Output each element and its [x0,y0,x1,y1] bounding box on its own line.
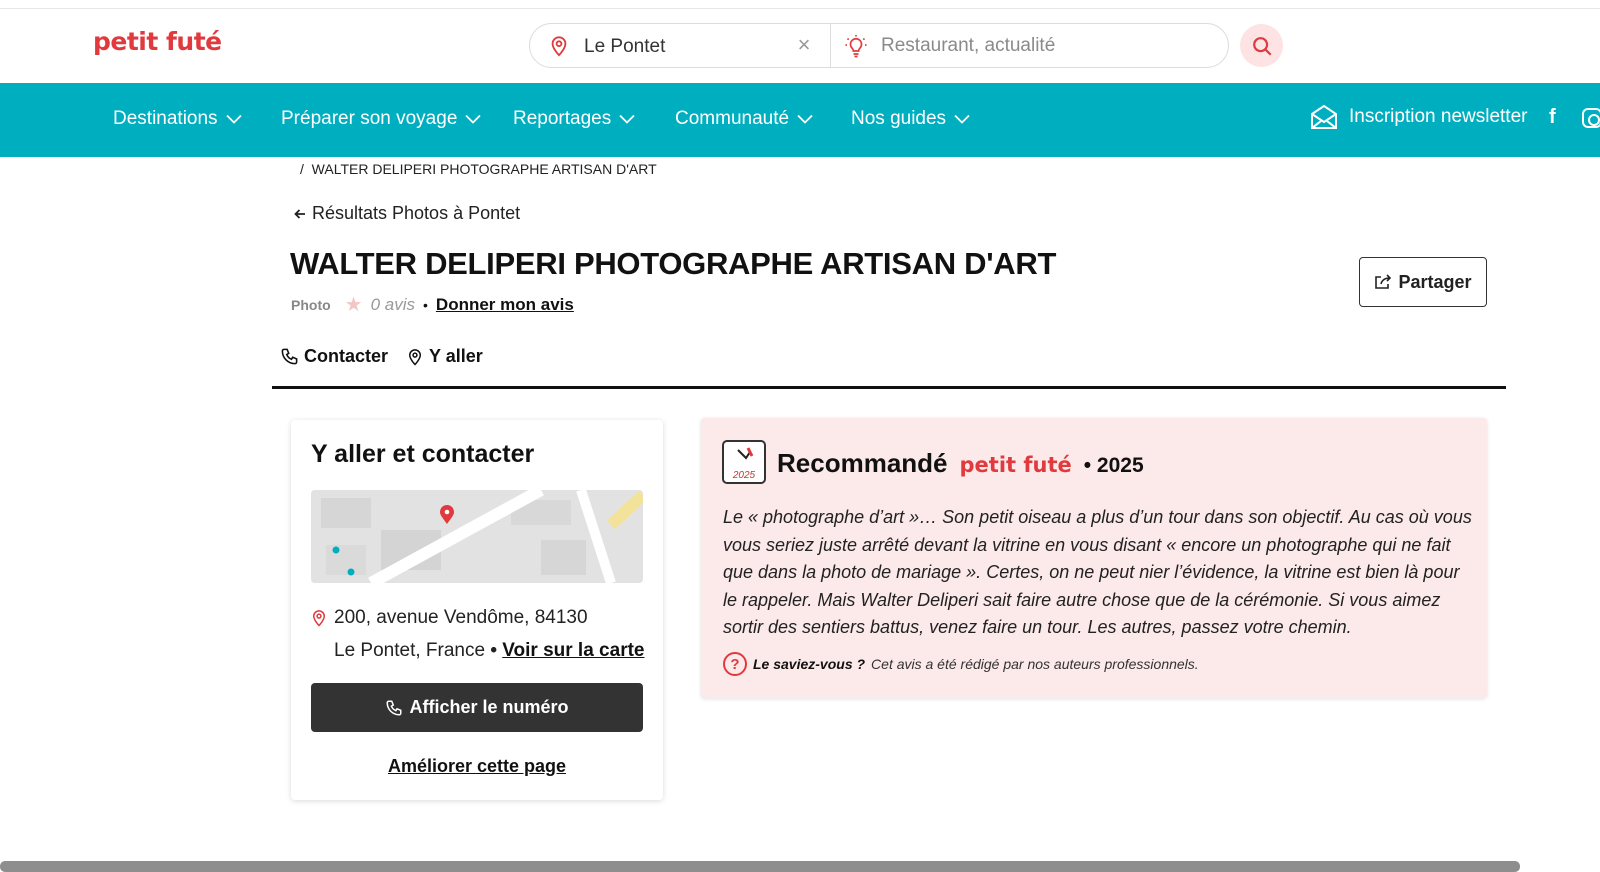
newsletter-link[interactable]: Inscription newsletter [1309,103,1527,131]
tab-label: Y aller [429,346,483,366]
award-badge-graphic [737,447,754,460]
search-button[interactable] [1240,24,1283,67]
location-pin-icon [312,610,326,627]
award-badge-icon: 2025 [722,440,766,484]
address-city: Le Pontet, France [334,640,486,661]
tab-y-aller[interactable]: Y aller [406,346,483,367]
chevron-down-icon [954,114,970,124]
nav-item-communaute[interactable]: Communauté [675,108,813,130]
nav-item-preparer[interactable]: Préparer son voyage [281,108,482,130]
instagram-icon[interactable] [1582,108,1600,128]
chevron-down-icon [225,114,242,124]
note-text: Cet avis a été rédigé par nos auteurs pr… [871,656,1199,672]
close-icon[interactable]: × [792,32,816,58]
facebook-icon[interactable]: f [1549,106,1556,129]
contact-card: Y aller et contacter 200, avenue Vendôme… [291,420,663,800]
page-title: WALTER DELIPERI PHOTOGRAPHE ARTISAN D'AR… [290,246,1057,281]
note-label: Le saviez-vous ? [753,656,866,672]
location-pin-icon [409,348,422,366]
horizontal-scrollbar[interactable] [0,861,1520,872]
show-phone-label: Afficher le numéro [409,697,569,717]
address-bullet: • [490,640,497,661]
search-bar: Le Pontet × [529,23,1229,68]
back-link-label: Résultats Photos à Pontet [312,203,521,223]
map-preview[interactable] [311,490,643,583]
listing-meta: Photo ★ 0 avis • Donner mon avis [291,292,574,317]
nav-item-nos-guides[interactable]: Nos guides [851,108,970,130]
give-review-link[interactable]: Donner mon avis [436,295,574,315]
recommended-label: Recommandé [777,448,948,478]
phone-icon [281,348,298,365]
search-icon [1252,36,1271,55]
chevron-down-icon [465,114,482,124]
recommendation-year: • 2025 [1083,454,1144,477]
lightbulb-icon [845,35,867,58]
share-button[interactable]: Partager [1359,257,1487,307]
recommendation-text: Le « photographe d’art »… Son petit oise… [723,507,1472,637]
chevron-down-icon [797,114,813,124]
recommendation-heading: Recommandé petit futé • 2025 [777,448,1144,479]
breadcrumb-current: WALTER DELIPERI PHOTOGRAPHE ARTISAN D'AR… [311,161,657,177]
listing-tabs: Contacter Y aller [280,346,483,367]
arrow-left-icon [294,208,305,219]
back-link[interactable]: Résultats Photos à Pontet [294,203,520,224]
brand-label: petit futé [959,453,1072,477]
envelope-icon [1311,104,1337,129]
location-field[interactable]: Le Pontet × [530,24,830,67]
address-line-1: 200, avenue Vendôme, 84130 [334,607,588,628]
nav-item-label: Préparer son voyage [281,108,458,129]
nav-item-label: Destinations [113,108,218,129]
share-icon [1375,274,1392,289]
share-label: Partager [1398,271,1472,292]
did-you-know-note: ? Le saviez-vous ? Cet avis a été rédigé… [723,652,1199,676]
phone-icon [386,700,402,716]
breadcrumb-separator: / [300,161,304,177]
location-pin-icon [551,36,567,57]
recommendation-card: 2025 Recommandé petit futé • 2025 Le « p… [701,418,1487,698]
badge-year: 2025 [732,470,756,481]
tab-contacter[interactable]: Contacter [280,346,388,367]
site-logo[interactable]: petit futé [93,27,222,56]
site-header: petit futé Le Pontet × [0,9,1600,83]
breadcrumb: / WALTER DELIPERI PHOTOGRAPHE ARTISAN D'… [300,161,657,177]
nav-item-label: Reportages [513,108,612,129]
contact-card-heading: Y aller et contacter [311,440,535,468]
improve-page-link[interactable]: Améliorer cette page [291,756,663,777]
location-value[interactable]: Le Pontet [584,36,665,58]
main-nav: Destinations Préparer son voyage Reporta… [0,83,1600,157]
star-icon: ★ [344,294,363,316]
meta-bullet: • [423,296,428,313]
nav-item-label: Nos guides [851,108,947,129]
newsletter-label: Inscription newsletter [1349,106,1528,127]
help-circle-icon: ? [723,652,747,676]
map-graphic [311,490,643,583]
tabs-underline [272,386,1506,389]
review-count: 0 avis [370,294,416,314]
nav-item-destinations[interactable]: Destinations [113,108,242,130]
view-on-map-link[interactable]: Voir sur la carte [502,640,644,661]
show-phone-button[interactable]: Afficher le numéro [311,683,643,732]
category-label: Photo [291,296,331,313]
nav-item-reportages[interactable]: Reportages [513,108,635,130]
what-field [831,24,1228,67]
tab-label: Contacter [304,346,389,366]
address-line-2: Le Pontet, France • Voir sur la carte [334,640,644,662]
what-input[interactable] [881,33,1211,59]
chevron-down-icon [619,114,635,124]
nav-item-label: Communauté [675,108,790,129]
